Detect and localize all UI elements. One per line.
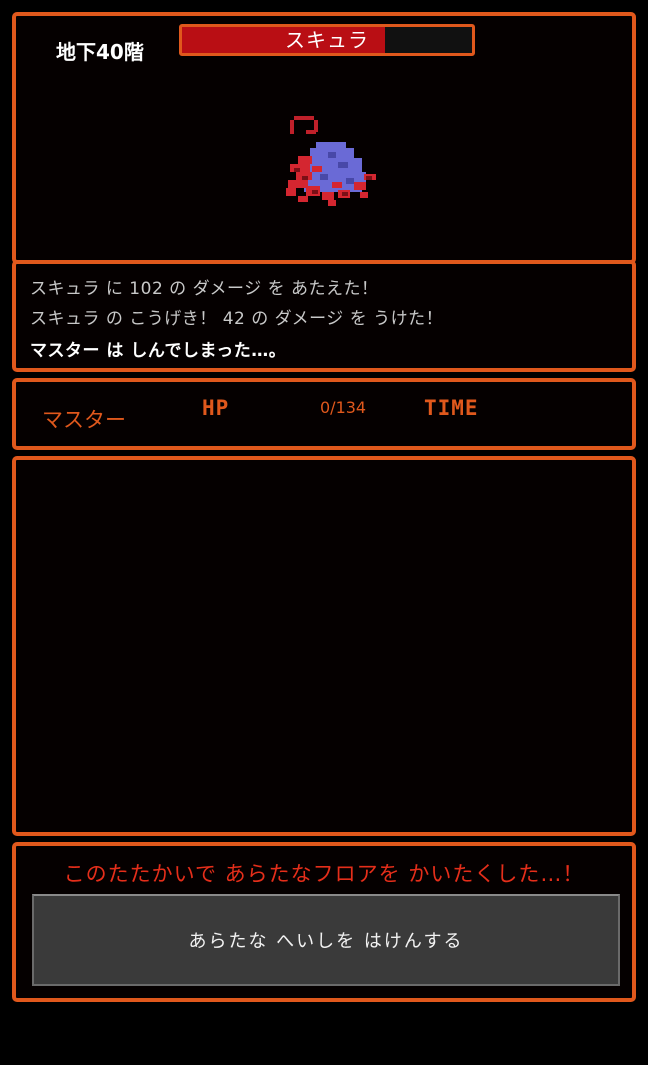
hp-label: HP <box>202 396 230 420</box>
battle-panel: 地下40階 スキュラ <box>12 12 636 264</box>
result-panel: このたたかいで あらたなフロアを かいたくした…！ あらたな へいしを はけんす… <box>12 842 636 1002</box>
floor-label: 地下40階 <box>56 40 144 64</box>
log-line-result: マスター は しんでしまった…。 <box>30 341 287 361</box>
empty-main-panel <box>12 456 636 836</box>
party-status-panel: マスター HP 0/134 TIME <box>12 378 636 450</box>
dispatch-new-soldier-button[interactable]: あらたな へいしを はけんする <box>32 894 620 986</box>
log-line: スキュラ の こうげき！ 42 の ダメージ を うけた！ <box>30 309 444 329</box>
discovery-message: このたたかいで あらたなフロアを かいたくした…！ <box>63 862 585 886</box>
party-member-name: マスター <box>42 408 126 432</box>
dispatch-button-label: あらたな へいしを はけんする <box>188 931 464 952</box>
scylla-monster-sprite <box>286 116 376 206</box>
time-label: TIME <box>424 396 479 420</box>
enemy-hp-bar: スキュラ <box>179 24 475 56</box>
log-line: スキュラ に 102 の ダメージ を あたえた！ <box>30 279 379 299</box>
battle-log: スキュラ に 102 の ダメージ を あたえた！ スキュラ の こうげき！ 4… <box>12 260 636 372</box>
enemy-name: スキュラ <box>285 28 369 52</box>
hp-value: 0/134 <box>320 398 367 417</box>
